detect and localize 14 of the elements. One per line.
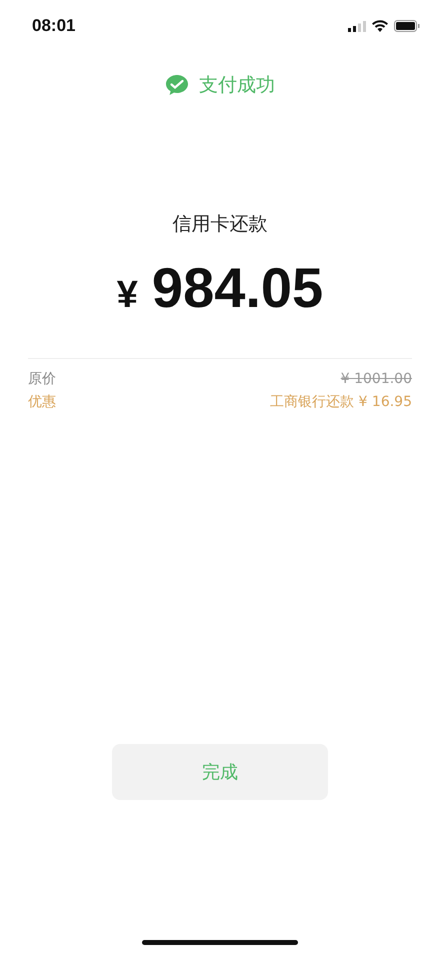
detail-label: 原价	[28, 370, 56, 389]
signal-icon	[348, 20, 366, 32]
detail-value: ¥ 1001.00	[340, 370, 412, 389]
currency-symbol: ¥	[116, 274, 138, 317]
status-time: 08:01	[32, 16, 76, 36]
wifi-icon	[372, 20, 388, 32]
battery-icon	[394, 20, 420, 32]
done-button[interactable]: 完成	[112, 744, 328, 800]
check-bubble-icon	[165, 74, 189, 96]
detail-value: 工商银行还款 ¥ 16.95	[270, 393, 412, 412]
payment-amount: 984.05	[152, 255, 324, 320]
detail-label: 优惠	[28, 393, 56, 412]
payment-label: 信用卡还款	[172, 212, 268, 237]
success-title: 支付成功	[199, 73, 275, 98]
